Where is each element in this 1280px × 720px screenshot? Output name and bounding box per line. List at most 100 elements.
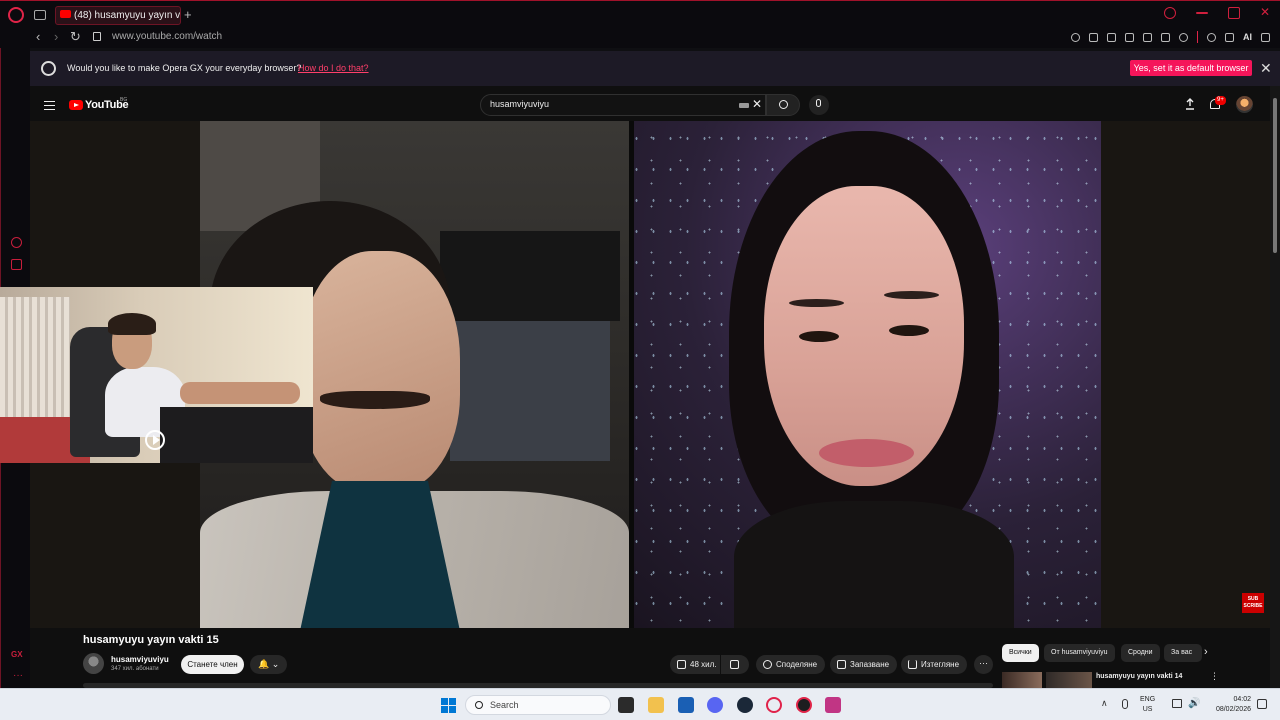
join-button[interactable]: Станете член bbox=[181, 655, 244, 674]
set-default-button[interactable]: Yes, set it as default browser bbox=[1130, 60, 1252, 76]
sidebar-speed-icon[interactable] bbox=[11, 237, 22, 248]
task-view-icon[interactable] bbox=[618, 697, 634, 713]
discord-icon[interactable] bbox=[707, 697, 723, 713]
maximize-icon[interactable] bbox=[1228, 7, 1240, 19]
network-icon[interactable] bbox=[1172, 699, 1182, 708]
window-controls: ✕ bbox=[1164, 6, 1272, 19]
clock-time: 04:02 bbox=[1233, 696, 1251, 703]
browser-tab-bar: (48) husamyuyu yayın vakti + ✕ bbox=[0, 0, 1280, 28]
pin-icon[interactable] bbox=[1089, 32, 1098, 42]
keyboard-icon[interactable] bbox=[739, 103, 749, 108]
translate-icon[interactable] bbox=[1143, 32, 1152, 42]
bookmark-icon bbox=[837, 660, 846, 669]
video-right-camera bbox=[634, 121, 1101, 628]
channel-name[interactable]: husamviyuviyu bbox=[111, 655, 169, 664]
save-label: Запазване bbox=[850, 660, 890, 669]
clear-search-icon[interactable]: ✕ bbox=[752, 97, 762, 111]
thumbs-down-icon bbox=[730, 660, 739, 669]
save-button[interactable]: Запазване bbox=[830, 655, 898, 674]
channel-avatar[interactable] bbox=[83, 653, 104, 674]
heart-icon[interactable] bbox=[1179, 32, 1188, 42]
chip-from-channel[interactable]: От husamviyuviyu bbox=[1044, 644, 1115, 662]
extensions-icon[interactable] bbox=[1125, 32, 1134, 42]
ai-button[interactable]: AI bbox=[1243, 32, 1252, 42]
banner-close-icon[interactable]: ✕ bbox=[1260, 60, 1272, 77]
download-icon[interactable] bbox=[1225, 32, 1234, 42]
search-button[interactable] bbox=[766, 94, 800, 116]
share-button[interactable]: Споделяне bbox=[756, 655, 826, 674]
search-tabs-icon[interactable] bbox=[1164, 7, 1176, 19]
menu-icon[interactable] bbox=[1261, 32, 1270, 42]
sidebar-more-icon[interactable]: ··· bbox=[13, 670, 23, 681]
upload-icon[interactable] bbox=[1185, 98, 1195, 110]
tray-chevron-icon[interactable]: ∧ bbox=[1101, 698, 1108, 709]
recommendation-thumbnail[interactable] bbox=[1046, 672, 1092, 688]
file-explorer-icon[interactable] bbox=[648, 697, 664, 713]
play-icon bbox=[145, 430, 165, 450]
man-face bbox=[300, 251, 460, 491]
chip-related[interactable]: Сродни bbox=[1121, 644, 1160, 662]
search-input[interactable] bbox=[490, 99, 720, 109]
tab-switcher-icon[interactable] bbox=[34, 10, 46, 20]
woman-turtleneck bbox=[734, 501, 1014, 628]
chevron-right-icon[interactable]: › bbox=[1204, 646, 1208, 658]
avatar[interactable] bbox=[1236, 96, 1253, 113]
woman-eye bbox=[889, 325, 929, 336]
notification-center-icon[interactable] bbox=[1257, 699, 1267, 709]
url-field[interactable]: www.youtube.com/watch bbox=[112, 31, 222, 42]
youtube-logo-icon[interactable] bbox=[69, 100, 83, 110]
chip-all[interactable]: Всички bbox=[1002, 644, 1039, 662]
address-bar: ‹ › ↻ www.youtube.com/watch AI bbox=[0, 28, 1280, 48]
windows-start-icon[interactable] bbox=[441, 698, 456, 713]
like-count: 48 хил. bbox=[690, 660, 717, 669]
woman-eye bbox=[799, 331, 839, 342]
recommendation-menu-icon[interactable]: ⋮ bbox=[1210, 671, 1219, 682]
mic-icon[interactable] bbox=[1122, 699, 1128, 709]
store-icon[interactable] bbox=[678, 697, 694, 713]
volume-icon[interactable]: 🔊 bbox=[1188, 698, 1200, 709]
lock-icon[interactable] bbox=[93, 32, 101, 41]
new-tab-icon[interactable]: + bbox=[184, 7, 192, 22]
banner-help-link[interactable]: How do I do that? bbox=[298, 63, 369, 73]
account-icon[interactable] bbox=[1207, 32, 1216, 42]
download-label: Изтегляне bbox=[921, 660, 960, 669]
dislike-button[interactable] bbox=[721, 655, 749, 674]
forward-icon[interactable]: › bbox=[54, 29, 58, 44]
back-icon[interactable]: ‹ bbox=[36, 29, 40, 44]
clock[interactable]: 04:02 08/02/2026 bbox=[1206, 695, 1251, 715]
tab-active[interactable]: (48) husamyuyu yayın vakti bbox=[55, 6, 181, 25]
download-button[interactable]: Изтегляне bbox=[901, 655, 968, 674]
more-actions-button[interactable]: ··· bbox=[974, 655, 993, 674]
taskbar-search-placeholder: Search bbox=[490, 700, 519, 710]
recommendation-thumbnail[interactable] bbox=[1002, 672, 1042, 688]
minimize-icon[interactable] bbox=[1196, 12, 1208, 14]
snapshot-icon[interactable] bbox=[1107, 32, 1116, 42]
desk bbox=[160, 407, 313, 463]
chip-for-you[interactable]: За вас bbox=[1164, 644, 1202, 662]
taskbar-search[interactable]: Search bbox=[465, 695, 611, 715]
opera-logo-icon bbox=[41, 61, 56, 76]
page-scrollbar[interactable] bbox=[1270, 86, 1280, 688]
scrollbar-thumb[interactable] bbox=[1273, 98, 1277, 253]
streamer-webcam-overlay bbox=[0, 287, 313, 463]
subscription-bell-button[interactable]: 🔔 ⌄ bbox=[250, 655, 287, 674]
zoom-icon[interactable] bbox=[1071, 32, 1080, 42]
person-hair bbox=[108, 313, 156, 335]
opera-gx-icon[interactable] bbox=[8, 7, 24, 23]
person-arm bbox=[180, 382, 300, 404]
like-button[interactable]: 48 хил. bbox=[670, 655, 720, 674]
close-window-icon[interactable]: ✕ bbox=[1260, 6, 1272, 19]
hamburger-menu-icon[interactable] bbox=[44, 101, 55, 110]
recommendation-title[interactable]: husamyuyu yayın vakti 14 bbox=[1096, 673, 1182, 680]
voice-search-button[interactable] bbox=[809, 95, 829, 115]
instagram-icon[interactable] bbox=[825, 697, 841, 713]
language-indicator[interactable]: ENG US bbox=[1140, 695, 1155, 715]
subscribe-watermark[interactable]: SUB SCRIBE bbox=[1242, 593, 1264, 613]
player-icon[interactable] bbox=[1161, 32, 1170, 42]
opera-gx-icon[interactable] bbox=[796, 697, 812, 713]
steam-icon[interactable] bbox=[737, 697, 753, 713]
sidebar-gx-label[interactable]: GX bbox=[11, 650, 23, 659]
sidebar-twitch-icon[interactable] bbox=[11, 259, 22, 270]
reload-icon[interactable]: ↻ bbox=[70, 29, 81, 45]
opera-icon[interactable] bbox=[766, 697, 782, 713]
